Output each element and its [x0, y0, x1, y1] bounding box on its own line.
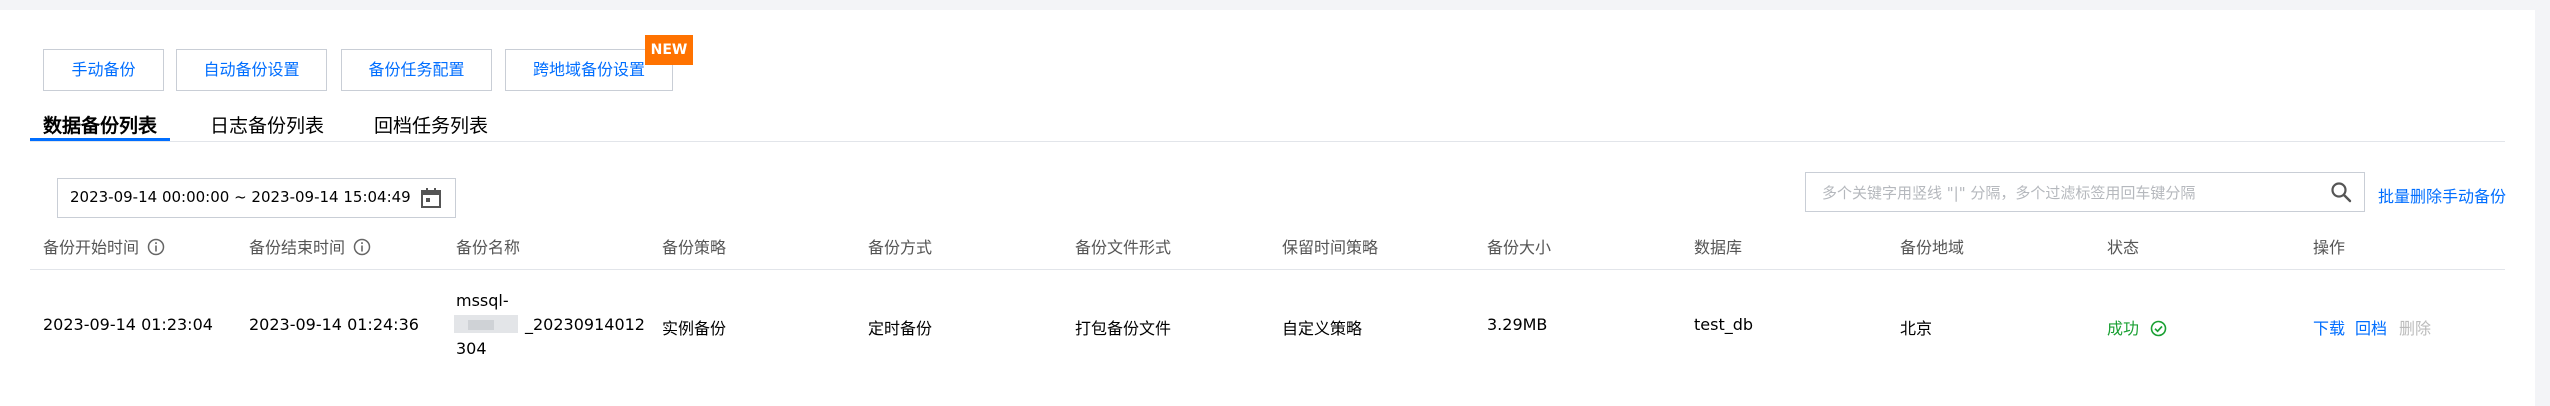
delete-link: 删除: [2399, 319, 2432, 338]
download-link[interactable]: 下载: [2313, 315, 2345, 339]
new-badge: NEW: [645, 35, 693, 65]
manual-backup-button[interactable]: 手动备份: [43, 49, 164, 91]
active-tab-indicator: [30, 138, 170, 141]
tab-divider: [30, 141, 2505, 142]
column-header-status: 状态: [2107, 238, 2140, 257]
cell-region: 北京: [1900, 319, 1933, 338]
date-range-picker[interactable]: 2023-09-14 00:00:00 ~ 2023-09-14 15:04:4…: [57, 178, 456, 218]
column-header-actions: 操作: [2313, 238, 2346, 257]
cell-file-format: 打包备份文件: [1075, 319, 1172, 338]
cell-backup-name-line3: 304: [456, 339, 487, 358]
column-header-database: 数据库: [1694, 238, 1743, 257]
column-header-label: 备份结束时间: [249, 238, 346, 257]
status-text: 成功: [2107, 319, 2140, 338]
info-icon[interactable]: [147, 238, 165, 256]
cell-end-time: 2023-09-14 01:24:36: [249, 315, 419, 334]
success-check-icon: [2150, 320, 2167, 337]
column-header-backup-method: 备份方式: [868, 238, 933, 257]
tab-rollback-task-list[interactable]: 回档任务列表: [374, 111, 488, 138]
search-box: [1805, 172, 2365, 212]
tab-log-backup-list[interactable]: 日志备份列表: [210, 111, 324, 138]
tab-data-backup-list[interactable]: 数据备份列表: [43, 111, 157, 138]
rollback-link[interactable]: 回档: [2355, 315, 2387, 339]
cell-size: 3.29MB: [1487, 315, 1548, 334]
calendar-icon[interactable]: [420, 187, 442, 209]
column-header-label: 备份开始时间: [43, 238, 140, 257]
table-header-divider: [30, 269, 2505, 270]
cell-database: test_db: [1694, 315, 1754, 334]
cell-status: 成功: [2107, 315, 2167, 339]
column-header-retention: 保留时间策略: [1282, 238, 1379, 257]
bulk-delete-manual-backup-link[interactable]: 批量删除手动备份: [2378, 183, 2506, 207]
search-input[interactable]: [1820, 173, 2324, 212]
backup-task-config-button[interactable]: 备份任务配置: [341, 49, 492, 91]
column-header-backup-strategy: 备份策略: [662, 238, 727, 257]
column-header-file-format: 备份文件形式: [1075, 238, 1172, 257]
cell-backup-name-line1: mssql-: [456, 291, 509, 310]
auto-backup-settings-button[interactable]: 自动备份设置: [176, 49, 327, 91]
column-header-backup-name: 备份名称: [456, 238, 521, 257]
column-header-region: 备份地域: [1900, 238, 1965, 257]
redacted-instance-id-detail: [468, 320, 494, 330]
cell-retention: 自定义策略: [1282, 319, 1363, 338]
cell-backup-method: 定时备份: [868, 319, 933, 338]
column-header-start-time: 备份开始时间: [43, 234, 165, 258]
cell-backup-strategy: 实例备份: [662, 319, 727, 338]
search-icon[interactable]: [2330, 181, 2352, 203]
column-header-end-time: 备份结束时间: [249, 234, 371, 258]
cell-backup-name-line2: _20230914012: [525, 315, 645, 334]
info-icon[interactable]: [353, 238, 371, 256]
cell-start-time: 2023-09-14 01:23:04: [43, 315, 213, 334]
column-header-size: 备份大小: [1487, 238, 1552, 257]
